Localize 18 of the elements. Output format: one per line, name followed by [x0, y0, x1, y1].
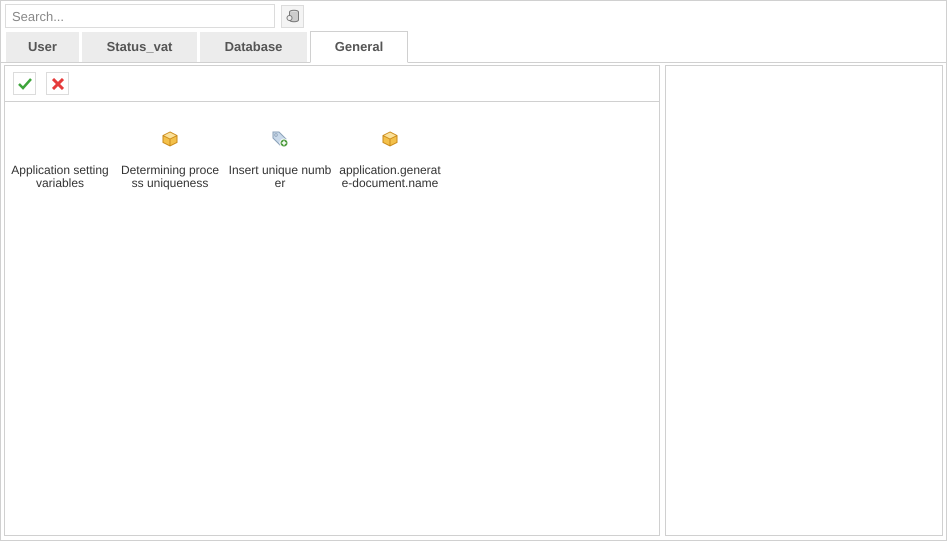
database-button[interactable]: [281, 4, 304, 28]
tab[interactable]: General: [310, 31, 408, 63]
check-icon: [18, 78, 32, 90]
search-field[interactable]: Search...: [5, 4, 275, 28]
item-label[interactable]: application.generate-document.name: [338, 164, 442, 190]
confirm-button[interactable]: [13, 72, 36, 95]
database-icon: [286, 9, 300, 23]
item-label[interactable]: Determining process uniqueness: [118, 164, 222, 190]
tab[interactable]: Database: [200, 32, 307, 62]
tag-add-icon: [271, 130, 289, 148]
box-icon: [162, 131, 178, 147]
tab[interactable]: User: [6, 32, 79, 62]
item-label[interactable]: Insert unique number: [228, 164, 332, 190]
close-icon: [52, 78, 64, 90]
box-icon: [382, 131, 398, 147]
item-label[interactable]: Application setting variables: [8, 164, 112, 190]
tab[interactable]: Status_vat: [82, 32, 197, 62]
cancel-button[interactable]: [46, 72, 69, 95]
